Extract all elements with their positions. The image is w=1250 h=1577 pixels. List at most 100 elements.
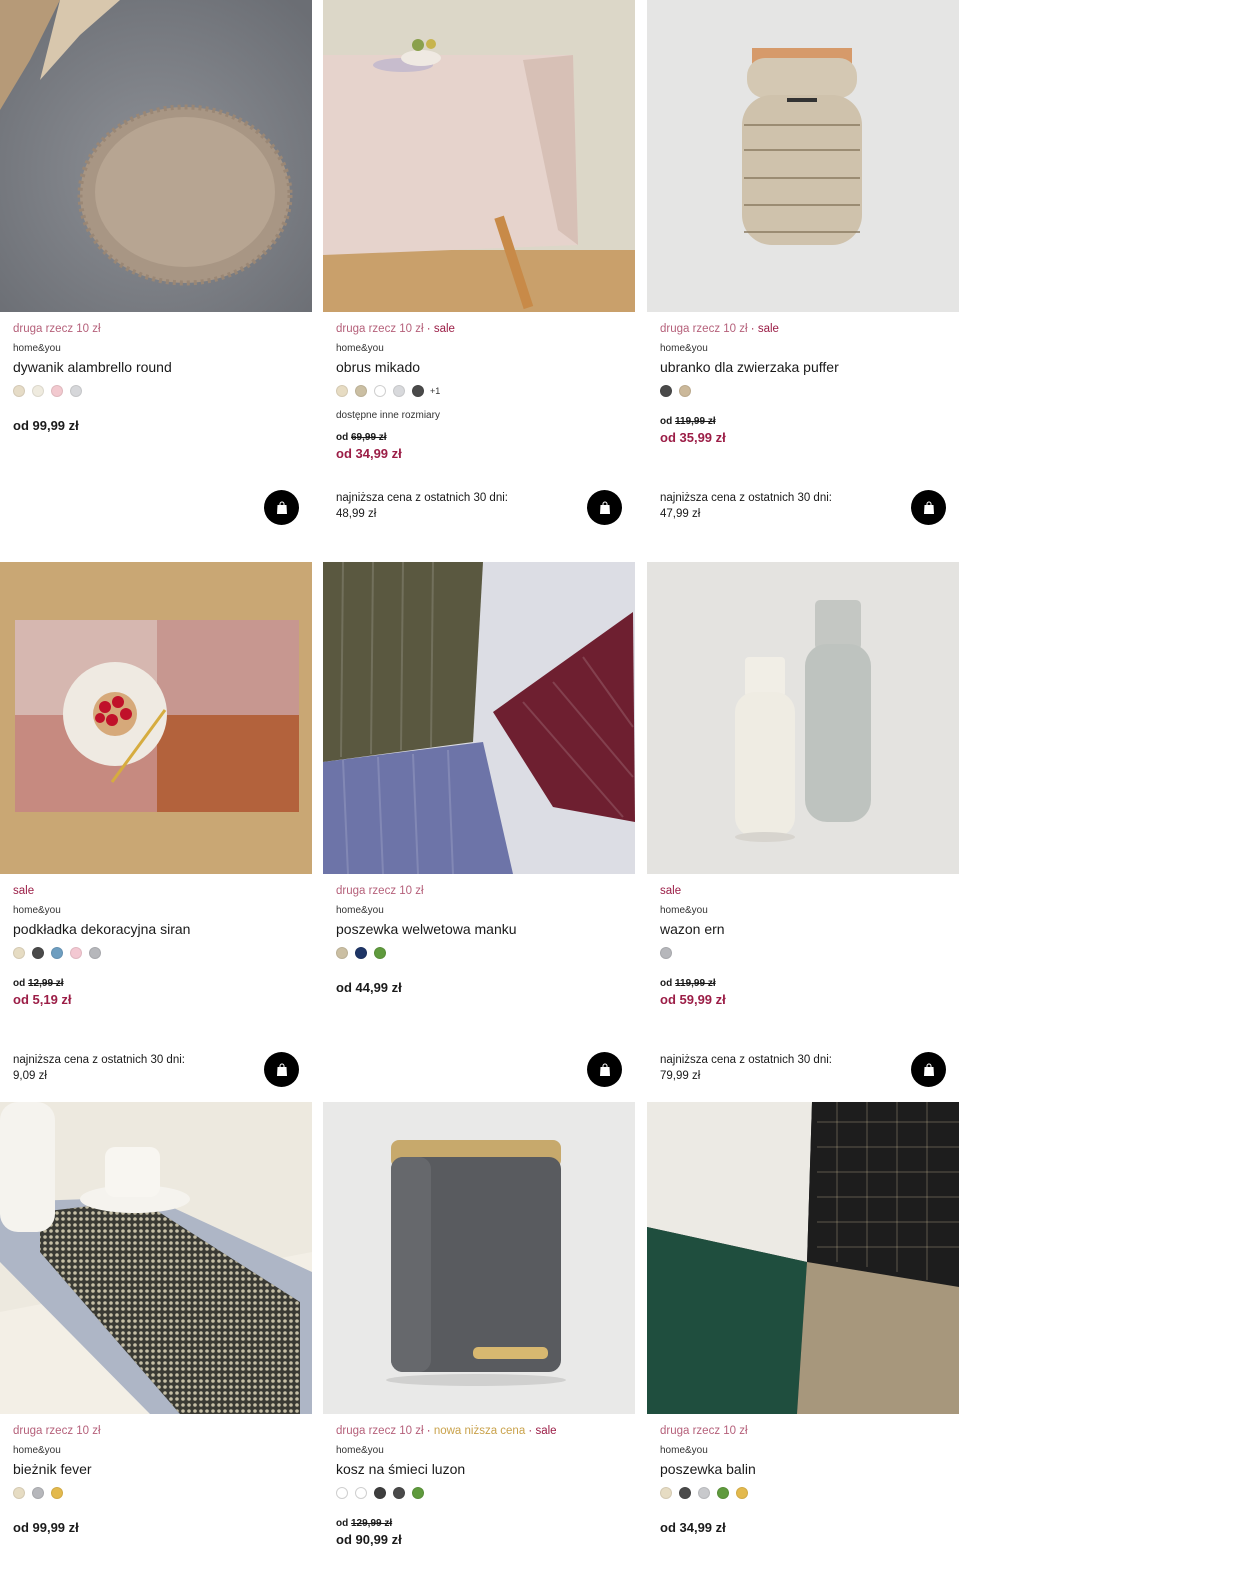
table-runner-image[interactable] [0, 1102, 312, 1414]
product-card[interactable]: druga rzecz 10 zł home&you poszewka welwet… [323, 562, 635, 1102]
color-swatch[interactable] [355, 946, 367, 959]
lowest-price-30-days: najniższa cena z ostatnich 30 dni: 9,09 z… [13, 1052, 223, 1084]
color-swatch[interactable] [374, 1486, 386, 1499]
old-price-prefix: od [660, 978, 673, 989]
color-swatch[interactable] [336, 1486, 348, 1499]
color-swatch[interactable] [336, 384, 348, 397]
add-to-cart-button[interactable] [587, 1052, 622, 1087]
color-swatch[interactable] [51, 946, 63, 959]
product-tags: druga rzecz 10 zł [13, 1422, 299, 1440]
product-name[interactable]: kosz na śmieci luzon [336, 1460, 622, 1478]
promo-tag: druga rzecz 10 zł [13, 323, 101, 335]
color-swatch[interactable] [89, 946, 101, 959]
tag-separator: · [423, 1425, 434, 1437]
placemat-image[interactable] [0, 562, 312, 874]
color-swatch[interactable] [736, 1486, 748, 1499]
color-swatch[interactable] [355, 384, 367, 397]
product-name[interactable]: ubranko dla zwierzaka puffer [660, 358, 946, 376]
pet-jacket-image[interactable] [647, 0, 959, 312]
color-swatch[interactable] [412, 384, 424, 397]
product-name[interactable]: bieżnik fever [13, 1460, 299, 1478]
color-swatch[interactable] [679, 384, 691, 397]
color-swatch[interactable] [13, 946, 25, 959]
current-price: od 59,99 zł [660, 992, 726, 1007]
color-swatch[interactable] [51, 1486, 63, 1499]
color-swatch[interactable] [32, 946, 44, 959]
sale-tag: sale [535, 1425, 557, 1437]
tablecloth-image[interactable] [323, 0, 635, 312]
old-price-prefix: od [13, 978, 26, 989]
product-name[interactable]: poszewka welwetowa manku [336, 920, 622, 938]
product-info: druga rzecz 10 zł · sale home&you obrus mi… [336, 320, 622, 463]
color-swatch[interactable] [70, 384, 82, 397]
color-swatch[interactable] [679, 1486, 691, 1499]
product-brand: home&you [336, 1445, 384, 1456]
price-block: od 99,99 zł [13, 417, 299, 435]
product-card[interactable]: druga rzecz 10 zł · sale home&you obrus mi… [323, 0, 635, 540]
trash-bin-image[interactable] [323, 1102, 635, 1414]
product-name[interactable]: wazon ern [660, 920, 946, 938]
color-swatch[interactable] [660, 384, 672, 397]
color-swatch[interactable] [13, 384, 25, 397]
color-swatch[interactable] [374, 946, 386, 959]
product-card[interactable]: druga rzecz 10 zł home&you poszewka balin o… [647, 1102, 959, 1577]
lowest-price-label: najniższa cena z ostatnich 30 dni: [660, 492, 832, 504]
color-swatch[interactable] [355, 1486, 367, 1499]
current-price: od 35,99 zł [660, 430, 726, 445]
color-swatches [660, 1486, 946, 1499]
color-swatch[interactable] [412, 1486, 424, 1499]
add-to-cart-button[interactable] [264, 490, 299, 525]
round-rug-image[interactable] [0, 0, 312, 312]
product-brand: home&you [660, 343, 708, 354]
product-card[interactable]: druga rzecz 10 zł home&you dywanik alambre… [0, 0, 312, 540]
vases-image[interactable] [647, 562, 959, 874]
product-name[interactable]: dywanik alambrello round [13, 358, 299, 376]
more-colors-count[interactable]: +1 [430, 386, 440, 396]
color-swatch[interactable] [51, 384, 63, 397]
product-name[interactable]: podkładka dekoracyjna siran [13, 920, 299, 938]
product-card[interactable]: druga rzecz 10 zł · nowa niższa cena · s… [323, 1102, 635, 1577]
product-name[interactable]: poszewka balin [660, 1460, 946, 1478]
old-price: od 69,99 zł [336, 431, 622, 445]
add-to-cart-button[interactable] [911, 1052, 946, 1087]
product-info: druga rzecz 10 zł home&you poszewka welwet… [336, 882, 622, 997]
lowest-price-label: najniższa cena z ostatnich 30 dni: [13, 1054, 185, 1066]
color-swatches: +1 [336, 384, 622, 397]
color-swatch[interactable] [717, 1486, 729, 1499]
old-price-prefix: od [336, 432, 349, 443]
velvet-pillows-image[interactable] [323, 562, 635, 874]
color-swatch[interactable] [13, 1486, 25, 1499]
color-swatch[interactable] [393, 1486, 405, 1499]
old-price-value: 69,99 zł [351, 432, 387, 443]
color-swatch[interactable] [660, 946, 672, 959]
color-swatch[interactable] [32, 1486, 44, 1499]
product-tags: druga rzecz 10 zł · nowa niższa cena · s… [336, 1422, 622, 1440]
color-swatch[interactable] [374, 384, 386, 397]
shopping-bag-icon [923, 1063, 935, 1076]
lowest-price-value: 48,99 zł [336, 508, 377, 520]
product-card[interactable]: druga rzecz 10 zł home&you bieżnik fever od… [0, 1102, 312, 1577]
product-card[interactable]: druga rzecz 10 zł · sale home&you ubranko … [647, 0, 959, 540]
add-to-cart-button[interactable] [264, 1052, 299, 1087]
lowest-price-30-days: najniższa cena z ostatnich 30 dni: 79,99 … [660, 1052, 870, 1084]
color-swatch[interactable] [660, 1486, 672, 1499]
promo-tag: druga rzecz 10 zł [13, 1425, 101, 1437]
color-swatch[interactable] [393, 384, 405, 397]
product-brand: home&you [13, 905, 61, 916]
old-price-value: 119,99 zł [675, 416, 716, 427]
add-to-cart-button[interactable] [911, 490, 946, 525]
woven-pillows-image[interactable] [647, 1102, 959, 1414]
tag-separator: · [747, 323, 758, 335]
add-to-cart-button[interactable] [587, 490, 622, 525]
product-card[interactable]: sale home&you wazon ern od 119,99 zł od 59,9… [647, 562, 959, 1102]
color-swatch[interactable] [698, 1486, 710, 1499]
color-swatches [660, 384, 946, 397]
product-name[interactable]: obrus mikado [336, 358, 622, 376]
color-swatches [13, 946, 299, 959]
product-tags: sale [660, 882, 946, 900]
promo-tag: druga rzecz 10 zł [336, 1425, 424, 1437]
color-swatch[interactable] [70, 946, 82, 959]
color-swatch[interactable] [32, 384, 44, 397]
color-swatch[interactable] [336, 946, 348, 959]
product-card[interactable]: sale home&you podkładka dekoracyjna siran o… [0, 562, 312, 1102]
